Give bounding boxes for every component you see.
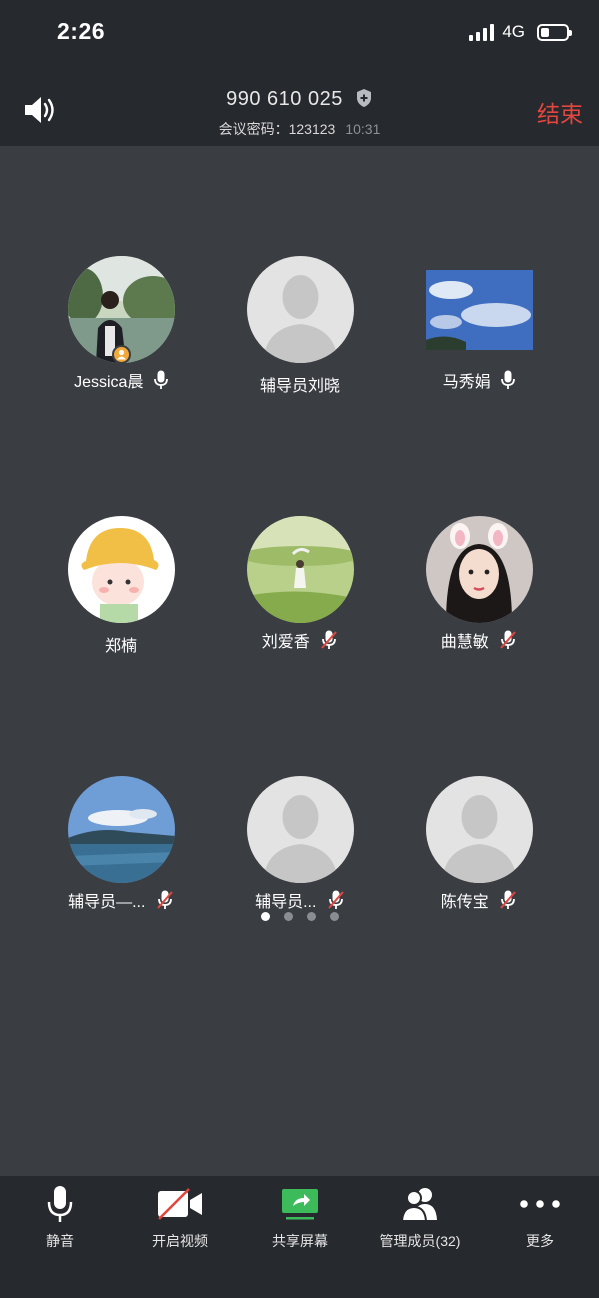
mic-on-icon	[154, 370, 168, 395]
participant-name-row: 马秀娟	[389, 368, 569, 395]
microphone-icon	[0, 1184, 120, 1224]
page-dot[interactable]	[283, 912, 293, 921]
avatar-cartoon-girl-hat	[68, 516, 175, 623]
top-bar: 2:26 4G 990 610 025 会议密码：123123 10:31 结束	[0, 0, 599, 146]
manage-members-button[interactable]: 管理成员(32)	[360, 1176, 480, 1266]
avatar-default-silhouette	[247, 256, 354, 363]
participant-name-row: 陈传宝	[389, 888, 569, 915]
participant-name-row: 郑楠	[31, 632, 211, 656]
signal-icon	[469, 23, 495, 41]
start-video-label: 开启视频	[152, 1233, 208, 1249]
meeting-id: 990 610 025	[226, 88, 343, 110]
share-screen-label: 共享屏幕	[272, 1233, 328, 1249]
avatar-default-silhouette	[426, 776, 533, 883]
network-type: 4G	[502, 22, 525, 41]
more-dots-icon	[480, 1184, 599, 1224]
more-button[interactable]: 更多	[480, 1176, 599, 1266]
status-indicators: 4G	[469, 22, 572, 42]
avatar-photo-green-field	[247, 516, 354, 623]
meeting-id-row[interactable]: 990 610 025	[0, 88, 599, 114]
participant-name-row: Jessica晨	[31, 368, 211, 395]
participant-tile[interactable]: 曲慧敏	[389, 516, 569, 656]
participant-tile[interactable]: Jessica晨	[31, 256, 211, 396]
more-label: 更多	[526, 1233, 554, 1249]
participant-name: 陈传宝	[440, 894, 489, 911]
participant-name-row: 辅导员...	[210, 888, 390, 915]
shield-icon	[355, 88, 373, 114]
end-meeting-button[interactable]: 结束	[537, 95, 583, 129]
mic-muted-icon	[499, 630, 517, 655]
mic-on-icon	[501, 370, 516, 395]
meeting-password: 会议密码：123123	[218, 121, 336, 137]
participant-tile[interactable]: 辅导员—...	[31, 776, 211, 916]
page-indicator[interactable]	[0, 912, 599, 921]
avatar-photo-lake-mountains	[68, 776, 175, 883]
participant-name: 辅导员—...	[68, 894, 146, 911]
participant-tile[interactable]: 辅导员...	[210, 776, 390, 916]
mic-muted-icon	[320, 630, 338, 655]
page-dot[interactable]	[260, 912, 270, 921]
participant-name-row: 辅导员—...	[31, 888, 211, 915]
meeting-info: 会议密码：123123 10:31	[0, 119, 599, 139]
mute-button[interactable]: 静音	[0, 1176, 120, 1266]
participant-name: 马秀娟	[442, 374, 491, 391]
avatar-photo-woman-bunny-ears	[426, 516, 533, 623]
members-icon	[360, 1184, 480, 1224]
participant-tile[interactable]: 辅导员刘晓	[210, 256, 390, 396]
participant-name-row: 曲慧敏	[389, 628, 569, 655]
participant-tile[interactable]: 马秀娟	[389, 256, 569, 396]
participant-tile[interactable]: 郑楠	[31, 516, 211, 656]
avatar-photo-blue-sky	[426, 270, 533, 350]
participant-name: 辅导员刘晓	[259, 378, 340, 395]
participant-name: 曲慧敏	[440, 634, 489, 651]
avatar-default-silhouette	[247, 776, 354, 883]
share-screen-icon	[240, 1184, 360, 1224]
participant-name-row: 辅导员刘晓	[210, 372, 390, 396]
share-screen-button[interactable]: 共享屏幕	[240, 1176, 360, 1266]
participant-name: 郑楠	[104, 638, 137, 655]
status-time: 2:26	[57, 18, 106, 44]
manage-members-label: 管理成员(32)	[379, 1233, 461, 1249]
page-dot[interactable]	[329, 912, 339, 921]
host-badge-icon	[112, 345, 131, 364]
battery-icon	[537, 23, 572, 41]
participant-tile[interactable]: 陈传宝	[389, 776, 569, 916]
participant-name: Jessica晨	[74, 374, 144, 391]
start-video-button[interactable]: 开启视频	[120, 1176, 240, 1266]
mute-label: 静音	[46, 1233, 74, 1249]
participant-name-row: 刘爱香	[210, 628, 390, 655]
participant-tile[interactable]: 刘爱香	[210, 516, 390, 656]
participant-name: 辅导员...	[255, 894, 317, 911]
bottom-toolbar: 静音 开启视频 共享屏幕 管理成员(32) 更多	[0, 1176, 599, 1298]
page-dot[interactable]	[306, 912, 316, 921]
video-off-icon	[120, 1184, 240, 1224]
meeting-duration: 10:31	[345, 121, 381, 137]
participant-name: 刘爱香	[261, 634, 310, 651]
